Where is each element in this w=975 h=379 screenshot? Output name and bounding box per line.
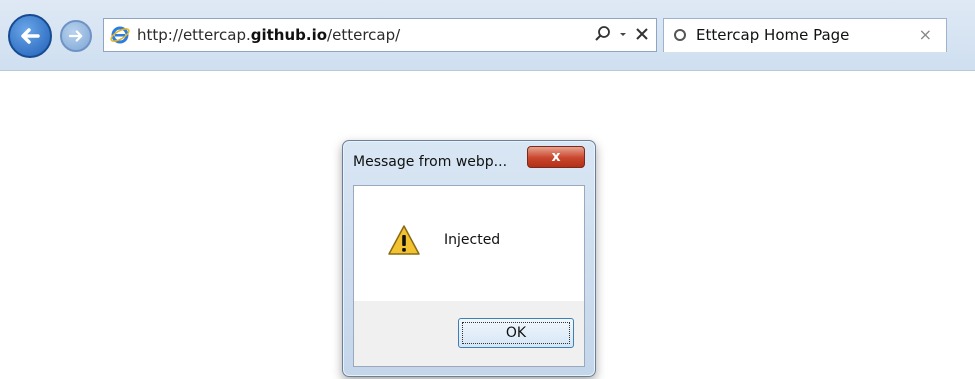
- browser-chrome: http://ettercap.github.io/ettercap/ Ette…: [0, 0, 975, 71]
- dialog-message: Injected: [444, 232, 501, 248]
- arrow-right-icon: [68, 30, 83, 42]
- address-bar[interactable]: http://ettercap.github.io/ettercap/: [103, 18, 657, 52]
- close-icon[interactable]: [634, 25, 650, 43]
- arrow-left-icon: [21, 28, 40, 44]
- loading-icon: [674, 29, 686, 41]
- tab-close-icon[interactable]: ×: [919, 25, 932, 44]
- ie-logo-icon: [110, 26, 130, 44]
- tab-title: Ettercap Home Page: [696, 26, 850, 44]
- dialog-title: Message from webp...: [353, 154, 508, 170]
- back-button[interactable]: [8, 14, 52, 58]
- tab-ettercap-home[interactable]: Ettercap Home Page ×: [663, 18, 947, 52]
- dialog-body: Injected OK: [353, 185, 585, 367]
- search-icon[interactable]: [594, 25, 612, 43]
- url-text[interactable]: http://ettercap.github.io/ettercap/: [137, 26, 400, 44]
- ok-button[interactable]: OK: [458, 318, 574, 348]
- chevron-down-icon[interactable]: [618, 25, 628, 43]
- dialog-message-area: Injected: [354, 186, 584, 301]
- alert-dialog: Message from webp... x Injected OK: [342, 140, 596, 377]
- dialog-close-button[interactable]: x: [527, 146, 585, 168]
- warning-icon: [388, 225, 420, 255]
- address-actions: [594, 25, 650, 43]
- forward-button[interactable]: [60, 20, 92, 52]
